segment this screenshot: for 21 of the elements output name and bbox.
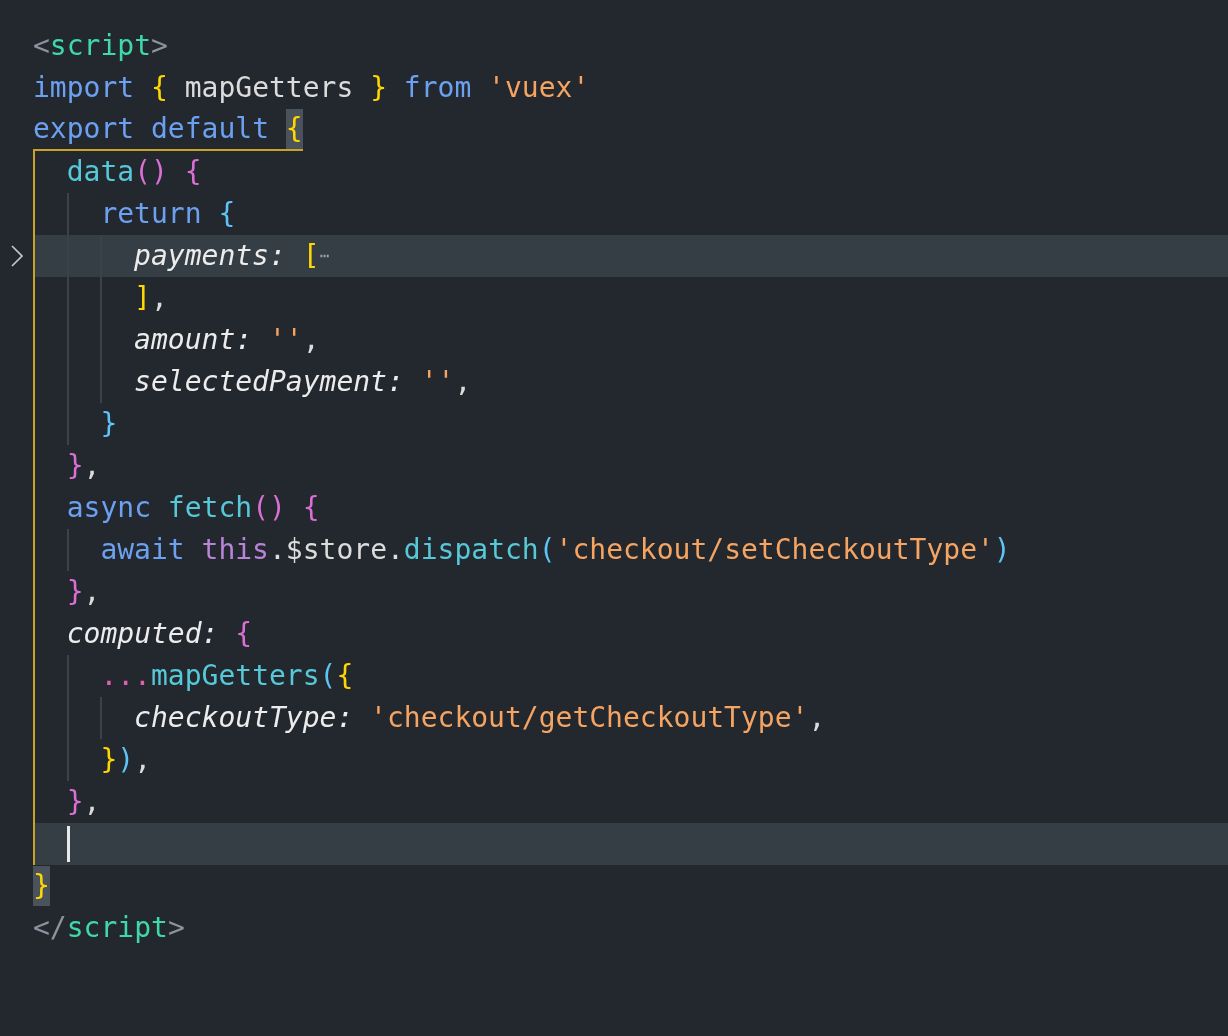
code-line: return { [100,196,236,232]
code-line: ], [134,280,168,316]
code-line: await this.$store.dispatch('checkout/setCheckoutType') [100,532,1011,568]
code-line: }, [66,448,101,484]
code-line: <script> [33,28,168,64]
code-line: payments: [⋯ [134,238,330,274]
code-line: checkoutType: 'checkout/getCheckoutType', [134,700,826,736]
code-line: }, [66,574,101,610]
fold-chevron-icon[interactable] [10,245,23,267]
code-line: async fetch() { [66,490,320,526]
code-line: import { mapGetters } from 'vuex' [33,70,590,106]
code-line: </script> [33,910,185,946]
code-line: data() { [66,154,202,190]
code-line: export default { [33,109,303,151]
code-line: selectedPayment: '', [134,364,472,400]
code-line: }), [100,742,151,778]
code-line: amount: '', [134,322,320,358]
code-line: computed: { [66,616,253,652]
code-line: ...mapGetters({ [100,658,354,694]
code-line: } [100,406,118,442]
code-line: }, [66,784,101,820]
